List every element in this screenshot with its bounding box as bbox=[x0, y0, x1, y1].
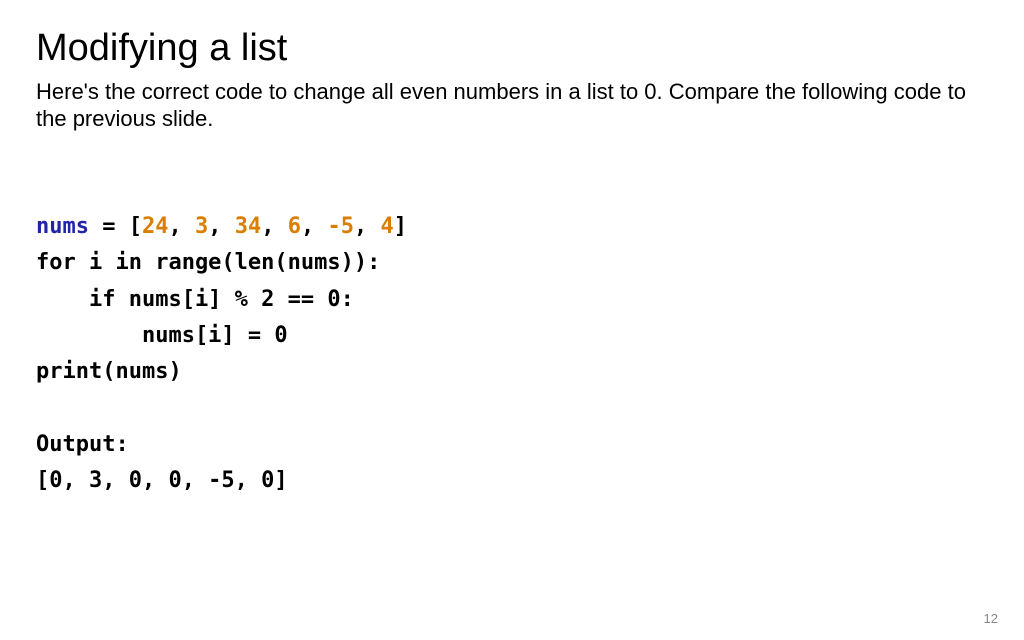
code-text: , bbox=[354, 214, 381, 239]
code-line: for i in range(len(nums)): bbox=[36, 250, 380, 275]
code-keyword: nums bbox=[36, 214, 89, 239]
slide-title: Modifying a list bbox=[36, 28, 988, 70]
slide-description: Here's the correct code to change all ev… bbox=[36, 78, 988, 133]
code-number: 4 bbox=[380, 214, 393, 239]
code-text: , bbox=[261, 214, 288, 239]
page-number: 12 bbox=[984, 611, 998, 626]
code-number: 24 bbox=[142, 214, 169, 239]
code-text: = [ bbox=[89, 214, 142, 239]
code-number: -5 bbox=[327, 214, 354, 239]
code-text: ] bbox=[394, 214, 407, 239]
code-number: 3 bbox=[195, 214, 208, 239]
code-line: [0, 3, 0, 0, -5, 0] bbox=[36, 468, 288, 493]
code-line: nums[i] = 0 bbox=[36, 323, 288, 348]
code-text: , bbox=[208, 214, 235, 239]
code-text: , bbox=[301, 214, 328, 239]
code-block: nums = [24, 3, 34, 6, -5, 4] for i in ra… bbox=[36, 173, 988, 500]
code-line: if nums[i] % 2 == 0: bbox=[36, 287, 354, 312]
code-line: nums = [24, 3, 34, 6, -5, 4] bbox=[36, 214, 407, 239]
code-text: , bbox=[168, 214, 195, 239]
code-number: 34 bbox=[235, 214, 262, 239]
code-line: Output: bbox=[36, 432, 129, 457]
code-number: 6 bbox=[288, 214, 301, 239]
code-line: print(nums) bbox=[36, 359, 182, 384]
